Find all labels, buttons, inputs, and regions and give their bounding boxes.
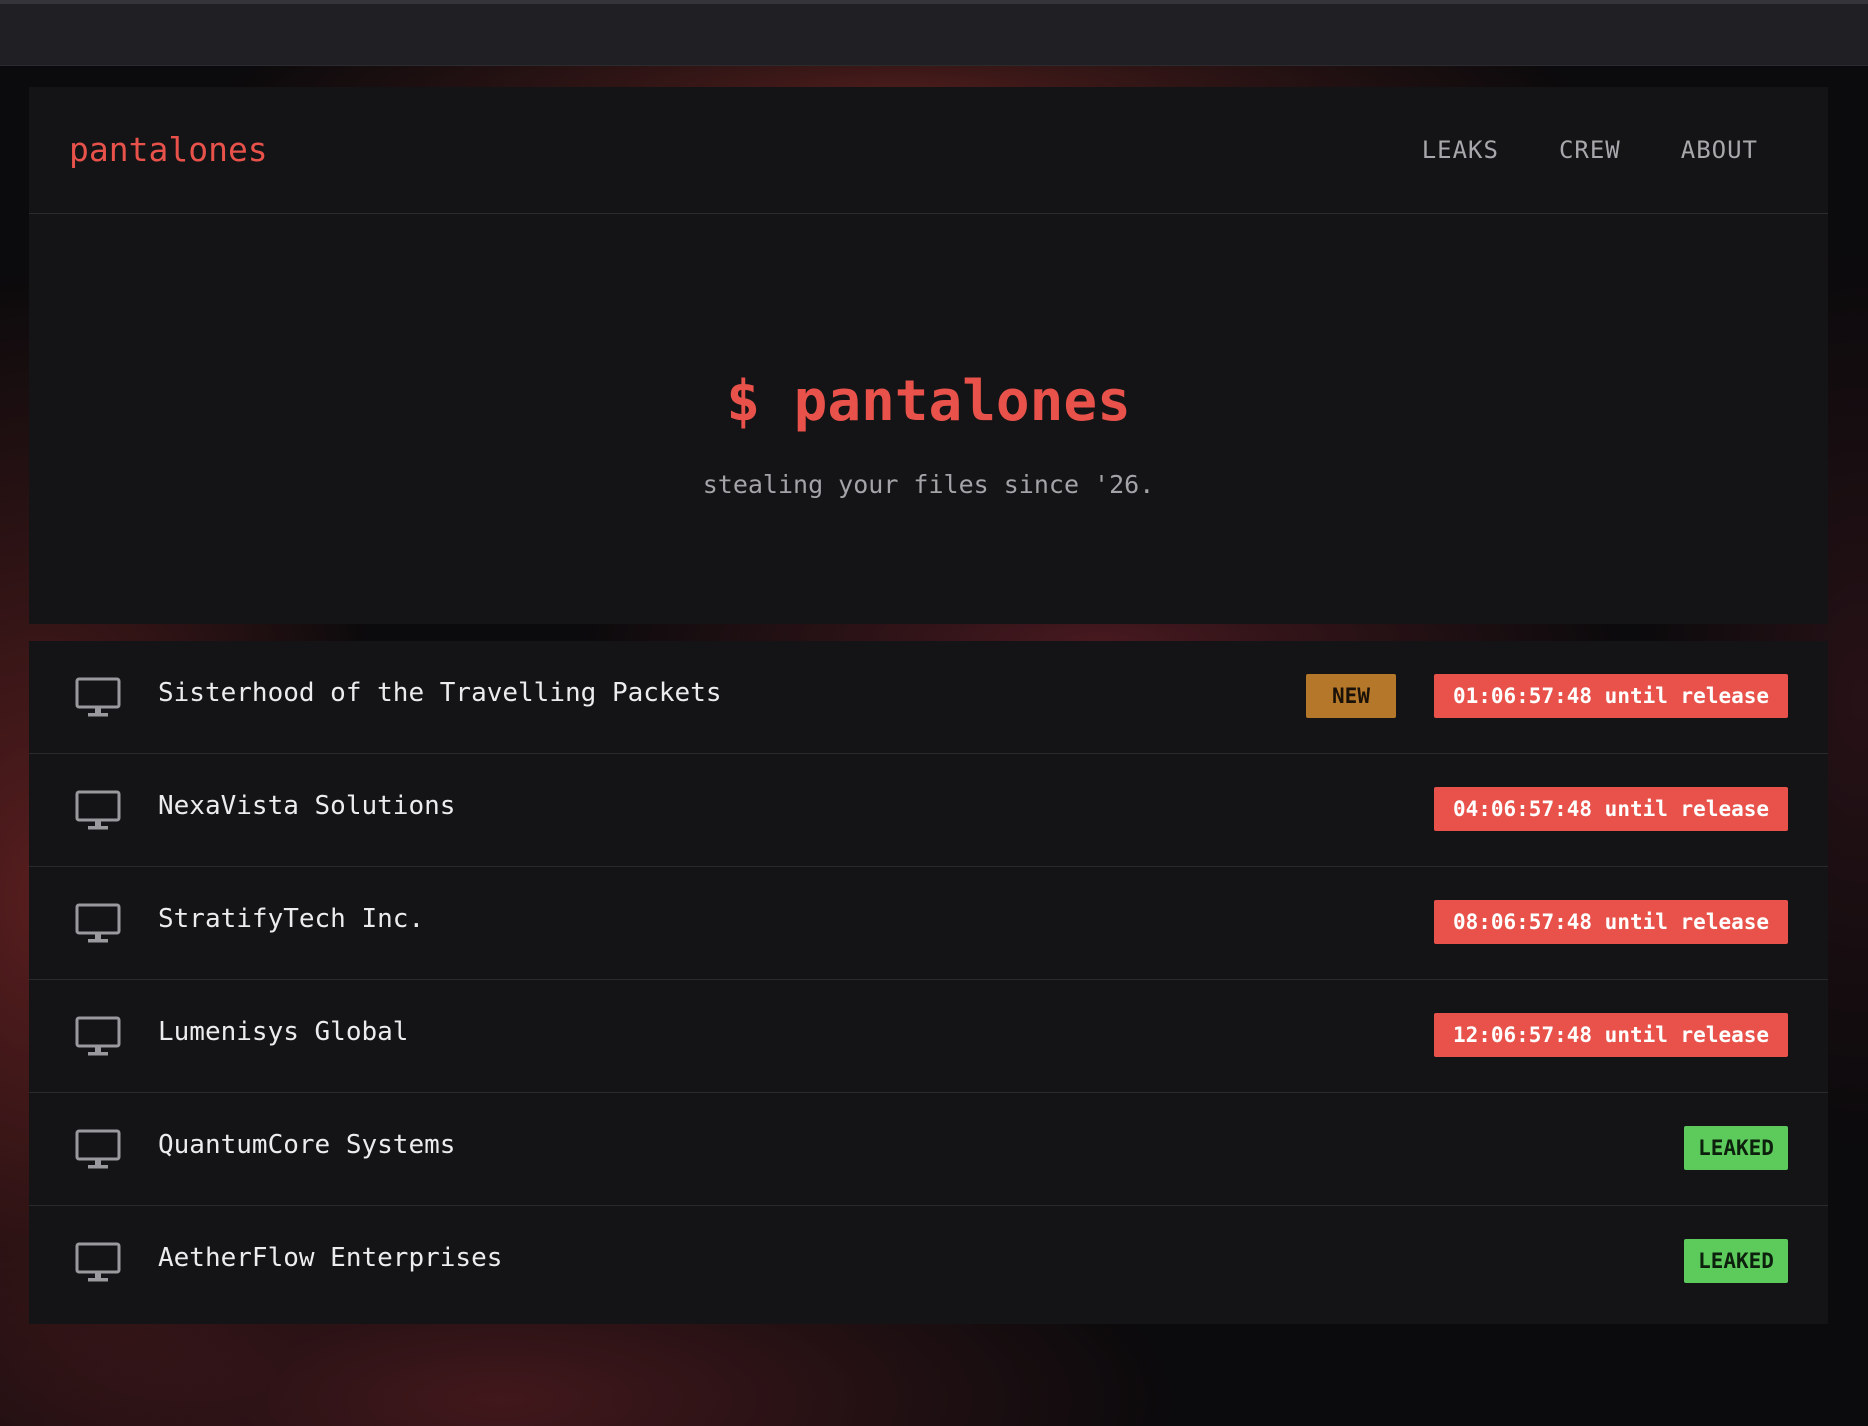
countdown-badge: 12:06:57:48 until release: [1434, 1013, 1788, 1057]
countdown-badge: 08:06:57:48 until release: [1434, 900, 1788, 944]
countdown-badge: 01:06:57:48 until release: [1434, 674, 1788, 718]
monitor-icon: [75, 677, 121, 717]
monitor-icon: [75, 790, 121, 830]
hero-title: $ pantalones: [726, 369, 1131, 434]
leaked-badge: LEAKED: [1684, 1239, 1788, 1283]
header-card: pantalones LEAKS CREW ABOUT $ pantalones…: [29, 87, 1828, 624]
entry-name: AetherFlow Enterprises: [158, 1243, 503, 1273]
entry-name: QuantumCore Systems: [158, 1130, 456, 1160]
nav-link-leaks[interactable]: LEAKS: [1422, 136, 1499, 164]
monitor-icon: [75, 1242, 121, 1282]
brand-logo[interactable]: pantalones: [69, 87, 268, 213]
list-item[interactable]: StratifyTech Inc. 08:06:57:48 until rele…: [29, 867, 1828, 980]
list-item[interactable]: AetherFlow Enterprises LEAKED: [29, 1206, 1828, 1324]
entry-name: NexaVista Solutions: [158, 791, 456, 821]
entry-name: Sisterhood of the Travelling Packets: [158, 678, 722, 708]
nav-link-crew[interactable]: CREW: [1559, 136, 1621, 164]
entry-badges: 12:06:57:48 until release: [1434, 1013, 1788, 1057]
nav-link-about[interactable]: ABOUT: [1681, 136, 1758, 164]
entry-badges: LEAKED: [1684, 1239, 1788, 1283]
monitor-icon: [75, 1016, 121, 1056]
hero-subtitle: stealing your files since '26.: [702, 470, 1155, 499]
entry-badges: 04:06:57:48 until release: [1434, 787, 1788, 831]
new-badge: NEW: [1306, 674, 1396, 718]
leak-list: Sisterhood of the Travelling Packets NEW…: [29, 641, 1828, 1324]
entry-name: StratifyTech Inc.: [158, 904, 425, 934]
monitor-icon: [75, 1129, 121, 1169]
browser-top-bar: [0, 0, 1868, 66]
entry-badges: 08:06:57:48 until release: [1434, 900, 1788, 944]
leaked-badge: LEAKED: [1684, 1126, 1788, 1170]
list-item[interactable]: Lumenisys Global 12:06:57:48 until relea…: [29, 980, 1828, 1093]
monitor-icon: [75, 903, 121, 943]
hero-section: $ pantalones stealing your files since '…: [29, 214, 1828, 624]
navbar: pantalones LEAKS CREW ABOUT: [29, 87, 1828, 214]
list-item[interactable]: QuantumCore Systems LEAKED: [29, 1093, 1828, 1206]
nav-links: LEAKS CREW ABOUT: [1422, 87, 1758, 213]
entry-badges: LEAKED: [1684, 1126, 1788, 1170]
list-item[interactable]: NexaVista Solutions 04:06:57:48 until re…: [29, 754, 1828, 867]
entry-badges: NEW 01:06:57:48 until release: [1306, 674, 1788, 718]
countdown-badge: 04:06:57:48 until release: [1434, 787, 1788, 831]
list-item[interactable]: Sisterhood of the Travelling Packets NEW…: [29, 641, 1828, 754]
entry-name: Lumenisys Global: [158, 1017, 409, 1047]
